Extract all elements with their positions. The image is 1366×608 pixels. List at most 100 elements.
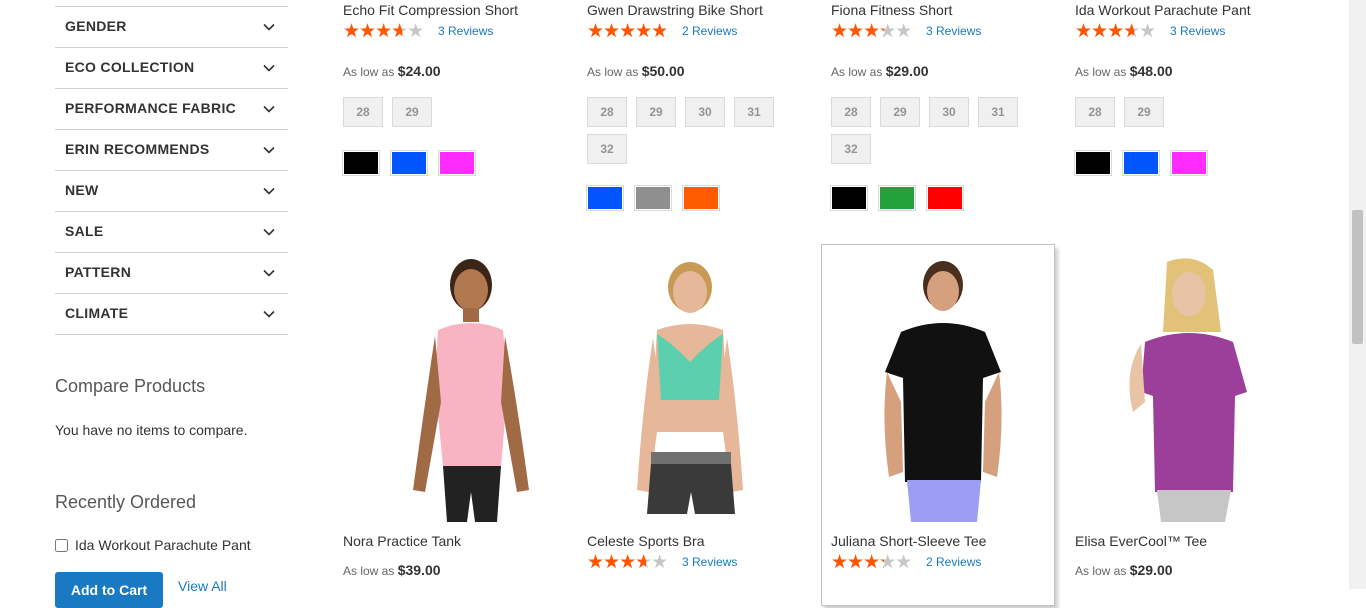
product-price: As low as $50.00 — [587, 63, 685, 79]
filter-pattern[interactable]: PATTERN — [55, 253, 288, 294]
product-name[interactable]: Juliana Short-Sleeve Tee — [831, 533, 986, 549]
filter-climate[interactable]: CLIMATE — [55, 294, 288, 335]
size-swatch[interactable]: 32 — [587, 134, 627, 164]
rating-stars: ★★★★★★★★★★ — [1075, 22, 1163, 41]
reviews-link[interactable]: 2 Reviews — [682, 24, 737, 38]
price-prefix: As low as — [1075, 65, 1127, 79]
color-swatch[interactable] — [438, 150, 476, 176]
color-options — [830, 185, 975, 211]
size-swatch[interactable]: 30 — [685, 97, 725, 127]
size-swatch[interactable]: 29 — [880, 97, 920, 127]
product-rating: ★★★★★★★★★★ 2 Reviews — [831, 553, 981, 572]
reviews-link[interactable]: 3 Reviews — [438, 24, 493, 38]
size-options: 28 29 — [1075, 97, 1315, 134]
color-options — [586, 185, 731, 211]
product-rating: ★★★★★★★★★★ 3 Reviews — [343, 22, 493, 41]
color-swatch[interactable] — [830, 185, 868, 211]
size-swatch[interactable]: 28 — [587, 97, 627, 127]
star-filled-icon: ★★★★★ — [587, 553, 646, 571]
color-swatch[interactable] — [586, 185, 624, 211]
size-swatch[interactable]: 28 — [1075, 97, 1115, 127]
compare-empty-message: You have no items to compare. — [55, 422, 248, 438]
color-swatch[interactable] — [390, 150, 428, 176]
price-prefix: As low as — [343, 65, 395, 79]
chevron-down-icon — [263, 146, 275, 154]
reviews-link[interactable]: 3 Reviews — [1170, 24, 1225, 38]
filter-title: CLIMATE — [65, 305, 129, 321]
view-all-link[interactable]: View All — [178, 578, 227, 594]
size-swatch[interactable]: 29 — [1124, 97, 1164, 127]
star-filled-icon: ★★★★★ — [831, 553, 884, 571]
reviews-link[interactable]: 2 Reviews — [926, 555, 981, 569]
product-price: As low as $24.00 — [343, 63, 441, 79]
product-name[interactable]: Gwen Drawstring Bike Short — [587, 2, 763, 18]
color-swatch[interactable] — [342, 150, 380, 176]
color-swatch[interactable] — [682, 185, 720, 211]
rating-stars: ★★★★★★★★★★ — [343, 22, 431, 41]
color-swatch[interactable] — [634, 185, 672, 211]
product-name[interactable]: Ida Workout Parachute Pant — [1075, 2, 1251, 18]
filter-gender[interactable]: GENDER — [55, 7, 288, 48]
add-to-cart-button[interactable]: Add to Cart — [55, 572, 163, 608]
scrollbar-thumb[interactable] — [1352, 210, 1363, 344]
size-swatch[interactable]: 30 — [929, 97, 969, 127]
size-swatch[interactable]: 31 — [978, 97, 1018, 127]
star-filled-icon: ★★★★★ — [831, 22, 884, 40]
product-rating: ★★★★★★★★★★ 3 Reviews — [831, 22, 981, 41]
color-options — [1074, 150, 1219, 176]
filter-eco-collection[interactable]: ECO COLLECTION — [55, 48, 288, 89]
page-scrollbar[interactable] — [1349, 0, 1366, 589]
recently-ordered-title: Recently Ordered — [55, 492, 197, 512]
product-rating: ★★★★★★★★★★ 3 Reviews — [587, 553, 737, 572]
product-photo-juliana-short-sleeve-tee[interactable] — [831, 252, 1051, 522]
reviews-link[interactable]: 3 Reviews — [682, 555, 737, 569]
price-prefix: As low as — [1075, 564, 1127, 578]
recently-ordered-item[interactable]: Ida Workout Parachute Pant — [55, 537, 251, 553]
product-photo-elisa-evercool-tee[interactable] — [1075, 252, 1295, 522]
product-name[interactable]: Celeste Sports Bra — [587, 533, 705, 549]
size-swatch[interactable]: 29 — [392, 97, 432, 127]
size-swatch[interactable]: 29 — [636, 97, 676, 127]
size-swatch[interactable]: 31 — [734, 97, 774, 127]
chevron-down-icon — [263, 105, 275, 113]
product-name[interactable]: Echo Fit Compression Short — [343, 2, 518, 18]
filter-new[interactable]: NEW — [55, 171, 288, 212]
color-swatch[interactable] — [878, 185, 916, 211]
product-name[interactable]: Nora Practice Tank — [343, 533, 461, 549]
filter-sale[interactable]: SALE — [55, 212, 288, 253]
recently-ordered-checkbox[interactable] — [55, 538, 68, 552]
product-name[interactable]: Fiona Fitness Short — [831, 2, 952, 18]
star-filled-icon: ★★★★★ — [587, 22, 667, 40]
color-swatch[interactable] — [1122, 150, 1160, 176]
price-prefix: As low as — [343, 564, 395, 578]
color-swatch[interactable] — [1074, 150, 1112, 176]
price-prefix: As low as — [831, 65, 883, 79]
size-swatch[interactable]: 28 — [343, 97, 383, 127]
chevron-down-icon — [263, 64, 275, 72]
filter-performance-fabric[interactable]: PERFORMANCE FABRIC — [55, 89, 288, 130]
size-swatch[interactable]: 32 — [831, 134, 871, 164]
price-amount: $29.00 — [885, 63, 929, 79]
reviews-link[interactable]: 3 Reviews — [926, 24, 981, 38]
size-options: 28 29 — [343, 97, 583, 134]
filter-title: SALE — [65, 223, 104, 239]
price-amount: $50.00 — [641, 63, 685, 79]
size-options: 28 29 30 31 32 — [587, 97, 827, 171]
product-price: As low as $29.00 — [1075, 562, 1173, 578]
filter-title: ERIN RECOMMENDS — [65, 141, 210, 157]
chevron-down-icon — [263, 187, 275, 195]
product-name[interactable]: Elisa EverCool™ Tee — [1075, 533, 1207, 549]
filter-title: ECO COLLECTION — [65, 59, 195, 75]
price-amount: $48.00 — [1129, 63, 1173, 79]
color-swatch[interactable] — [926, 185, 964, 211]
size-swatch[interactable]: 28 — [831, 97, 871, 127]
compare-products-title: Compare Products — [55, 376, 206, 396]
filter-title: NEW — [65, 182, 99, 198]
product-photo-nora-practice-tank[interactable] — [343, 252, 563, 522]
price-amount: $24.00 — [397, 63, 441, 79]
color-swatch[interactable] — [1170, 150, 1208, 176]
size-options: 28 29 30 31 32 — [831, 97, 1071, 171]
filter-list: GENDER ECO COLLECTION PERFORMANCE FABRIC… — [55, 6, 288, 335]
product-photo-celeste-sports-bra[interactable] — [587, 252, 807, 522]
filter-erin-recommends[interactable]: ERIN RECOMMENDS — [55, 130, 288, 171]
